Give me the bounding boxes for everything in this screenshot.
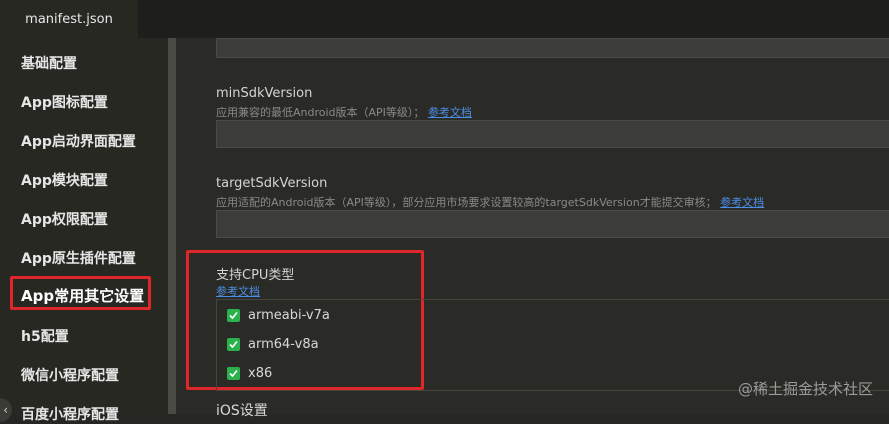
cpu-option-label: armeabi-v7a — [248, 308, 330, 323]
sidebar-item-app-native-plugins[interactable]: App原生插件配置 — [21, 248, 136, 268]
tab-bar: manifest.json — [0, 0, 889, 38]
tab-manifest-json[interactable]: manifest.json — [0, 0, 138, 38]
sidebar-item-h5[interactable]: h5配置 — [21, 326, 69, 346]
cpu-option-x86[interactable]: x86 — [227, 366, 272, 381]
min-sdk-doc-link[interactable]: 参考文档 — [428, 106, 472, 119]
checkbox-checked-icon[interactable] — [227, 338, 240, 351]
ios-section-title: iOS设置 — [216, 403, 268, 419]
cpu-doc-link[interactable]: 参考文档 — [216, 285, 260, 298]
sidebar-scrollbar[interactable] — [168, 38, 176, 414]
sidebar-item-app-permissions[interactable]: App权限配置 — [21, 209, 108, 229]
checkbox-checked-icon[interactable] — [227, 309, 240, 322]
target-sdk-input[interactable] — [216, 210, 889, 238]
cpu-option-label: x86 — [248, 366, 273, 381]
target-sdk-label: targetSdkVersion — [216, 176, 328, 191]
cpu-option-armeabi-v7a[interactable]: armeabi-v7a — [227, 308, 330, 323]
sidebar-item-weixin-mp[interactable]: 微信小程序配置 — [21, 365, 119, 385]
sidebar-item-label: App常用其它设置 — [21, 287, 145, 305]
sidebar-item-basic[interactable]: 基础配置 — [21, 53, 77, 73]
sidebar: 基础配置 App图标配置 App启动界面配置 App模块配置 App权限配置 A… — [0, 38, 168, 423]
target-sdk-description: 应用适配的Android版本（API等级），部分应用市场要求设置较高的targe… — [216, 196, 765, 209]
sidebar-item-app-modules[interactable]: App模块配置 — [21, 170, 108, 190]
sidebar-item-app-splash[interactable]: App启动界面配置 — [21, 131, 136, 151]
tab-label: manifest.json — [25, 11, 113, 27]
sidebar-item-baidu-mp[interactable]: 百度小程序配置 — [21, 404, 119, 424]
watermark: @稀土掘金技术社区 — [737, 380, 873, 398]
main-panel: minSdkVersion 应用兼容的最低Android版本（API等级）； 参… — [176, 38, 889, 419]
sidebar-item-app-icon[interactable]: App图标配置 — [21, 92, 108, 112]
prev-field-input[interactable] — [216, 38, 889, 58]
sidebar-item-app-other-settings[interactable]: App常用其它设置 — [10, 276, 151, 310]
checkbox-checked-icon[interactable] — [227, 367, 240, 380]
cpu-type-label: 支持CPU类型 — [216, 268, 295, 283]
min-sdk-label: minSdkVersion — [216, 86, 313, 101]
cpu-option-arm64-v8a[interactable]: arm64-v8a — [227, 337, 319, 352]
chevron-left-icon: ‹ — [3, 403, 8, 417]
collapse-sidebar-button[interactable]: ‹ — [0, 398, 12, 422]
target-sdk-doc-link[interactable]: 参考文档 — [720, 196, 764, 209]
min-sdk-description: 应用兼容的最低Android版本（API等级）； 参考文档 — [216, 106, 472, 119]
min-sdk-input[interactable] — [216, 120, 889, 148]
cpu-option-label: arm64-v8a — [248, 337, 319, 352]
cpu-type-description: 参考文档 — [216, 283, 260, 299]
